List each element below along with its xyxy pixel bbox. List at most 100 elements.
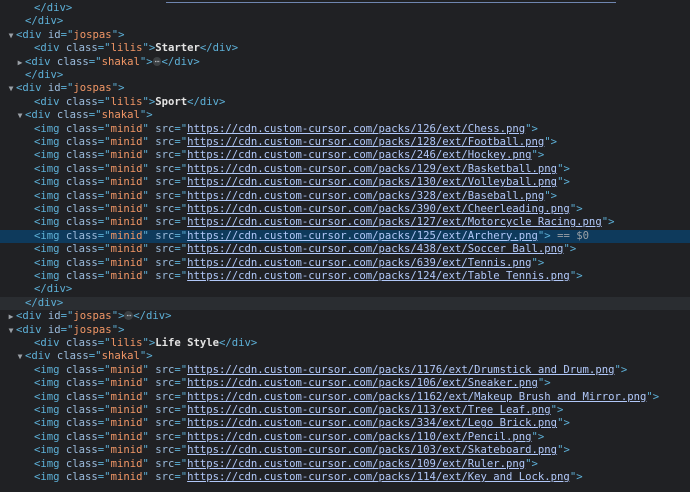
attr-value: lilis bbox=[110, 337, 143, 349]
attr-name: src bbox=[148, 162, 175, 175]
dom-node-row[interactable]: <img class="minid" src="https://cdn.cust… bbox=[0, 404, 690, 417]
dom-node-row[interactable]: <img class="minid" src="https://cdn.cust… bbox=[0, 270, 690, 283]
dom-node-row[interactable]: <img class="minid" src="https://cdn.cust… bbox=[0, 136, 690, 149]
tag-name: <img bbox=[34, 189, 60, 202]
triangle-down-icon[interactable]: ▼ bbox=[6, 324, 16, 337]
src-link[interactable]: https://cdn.custom-cursor.com/packs/438/… bbox=[187, 243, 563, 255]
dom-node-row[interactable]: ▼ <div class="shakal"> bbox=[0, 109, 690, 122]
src-link[interactable]: https://cdn.custom-cursor.com/packs/126/… bbox=[187, 123, 525, 135]
src-link[interactable]: https://cdn.custom-cursor.com/packs/1162… bbox=[187, 391, 646, 403]
ellipsis-icon[interactable]: ⋯ bbox=[124, 311, 134, 321]
dom-node-row[interactable]: <img class="minid" src="https://cdn.cust… bbox=[0, 190, 690, 203]
attr-name: src bbox=[148, 390, 175, 403]
tag-name: <img bbox=[34, 417, 60, 430]
triangle-down-icon[interactable]: ▼ bbox=[6, 82, 16, 95]
dom-node-row[interactable]: <img class="minid" src="https://cdn.cust… bbox=[0, 417, 690, 430]
dom-node-row[interactable]: <div class="lilis">Life Style</div> bbox=[0, 337, 690, 350]
attr-name: class bbox=[59, 243, 98, 256]
dom-node-row[interactable]: </div> bbox=[0, 2, 690, 15]
triangle-right-icon[interactable]: ▶ bbox=[6, 310, 16, 323]
dom-node-row[interactable]: <img class="minid" src="https://cdn.cust… bbox=[0, 149, 690, 162]
attr-name: class bbox=[59, 122, 98, 135]
dom-node-row[interactable]: <img class="minid" src="https://cdn.cust… bbox=[0, 257, 690, 270]
tag-name: <img bbox=[34, 444, 60, 457]
dom-node-row[interactable]: <img class="minid" src="https://cdn.cust… bbox=[0, 123, 690, 136]
attr-name: src bbox=[148, 430, 175, 443]
dom-node-row[interactable]: <img class="minid" src="https://cdn.cust… bbox=[0, 243, 690, 256]
node-text: Life Style bbox=[155, 337, 219, 349]
dom-node-row[interactable]: <img class="minid" src="https://cdn.cust… bbox=[0, 444, 690, 457]
dom-node-row[interactable]: </div> bbox=[0, 15, 690, 28]
src-link[interactable]: https://cdn.custom-cursor.com/packs/129/… bbox=[187, 163, 557, 175]
src-link[interactable]: https://cdn.custom-cursor.com/packs/246/… bbox=[187, 149, 531, 161]
attr-value: lilis bbox=[110, 42, 143, 55]
dom-node-row[interactable]: <img class="minid" src="https://cdn.cust… bbox=[0, 203, 690, 216]
src-link[interactable]: https://cdn.custom-cursor.com/packs/328/… bbox=[187, 190, 544, 202]
dom-node-row[interactable]: ▼ <div class="shakal"> bbox=[0, 350, 690, 363]
tag-name: <img bbox=[34, 270, 60, 282]
dom-node-row[interactable]: <img class="minid" src="https://cdn.cust… bbox=[0, 216, 690, 229]
src-link[interactable]: https://cdn.custom-cursor.com/packs/106/… bbox=[187, 377, 538, 389]
tag-name: <div bbox=[25, 55, 51, 68]
src-link[interactable]: https://cdn.custom-cursor.com/packs/390/… bbox=[187, 203, 570, 215]
dom-node-row[interactable]: <div class="lilis">Sport</div> bbox=[0, 96, 690, 109]
tag-name: <div bbox=[34, 42, 60, 55]
dom-node-row[interactable]: ▶ <div id="jospas"> ⋯ </div> bbox=[0, 310, 690, 323]
attr-name: class bbox=[59, 149, 98, 162]
tag-name: <img bbox=[34, 457, 60, 470]
dom-node-row[interactable]: <img class="minid" src="https://cdn.cust… bbox=[0, 163, 690, 176]
attr-value: minid bbox=[110, 444, 143, 457]
dom-node-row[interactable]: </div> bbox=[0, 283, 690, 296]
src-link[interactable]: https://cdn.custom-cursor.com/packs/124/… bbox=[187, 270, 570, 282]
src-link[interactable]: https://cdn.custom-cursor.com/packs/334/… bbox=[187, 417, 557, 429]
tag-name: <img bbox=[34, 430, 60, 443]
attr-value: minid bbox=[110, 270, 143, 282]
attr-value: minid bbox=[110, 457, 143, 470]
src-link[interactable]: https://cdn.custom-cursor.com/packs/127/… bbox=[187, 216, 602, 228]
attr-value: lilis bbox=[110, 95, 143, 108]
src-link[interactable]: https://cdn.custom-cursor.com/packs/1176… bbox=[187, 364, 614, 376]
src-link[interactable]: https://cdn.custom-cursor.com/packs/639/… bbox=[187, 257, 531, 269]
node-text: Sport bbox=[155, 95, 188, 108]
dom-node-row[interactable]: <img class="minid" src="https://cdn.cust… bbox=[0, 229, 690, 244]
dom-node-row[interactable]: <img class="minid" src="https://cdn.cust… bbox=[0, 458, 690, 471]
dom-node-row[interactable]: <div class="lilis">Starter</div> bbox=[0, 42, 690, 55]
triangle-down-icon[interactable]: ▼ bbox=[15, 109, 25, 122]
triangle-right-icon[interactable]: ▶ bbox=[15, 56, 25, 69]
dom-node-row[interactable]: <img class="minid" src="https://cdn.cust… bbox=[0, 431, 690, 444]
dom-node-row[interactable]: ▼ <div id="jospas"> bbox=[0, 82, 690, 95]
src-link[interactable]: https://cdn.custom-cursor.com/packs/128/… bbox=[187, 136, 544, 148]
closing-tag: </div> bbox=[34, 2, 73, 14]
src-link[interactable]: https://cdn.custom-cursor.com/packs/125/… bbox=[187, 230, 538, 242]
src-link[interactable]: https://cdn.custom-cursor.com/packs/130/… bbox=[187, 176, 557, 188]
dom-node-row[interactable]: ▼ <div id="jospas"> bbox=[0, 324, 690, 337]
dom-node-row[interactable]: ▶ <div class="shakal"> ⋯ </div> bbox=[0, 56, 690, 69]
src-link[interactable]: https://cdn.custom-cursor.com/packs/114/… bbox=[187, 471, 570, 483]
attr-value: minid bbox=[110, 136, 143, 148]
attr-name: src bbox=[148, 457, 175, 470]
closing-tag: </div> bbox=[187, 95, 226, 108]
dom-node-row[interactable]: <img class="minid" src="https://cdn.cust… bbox=[0, 176, 690, 189]
dom-node-row[interactable]: </div> bbox=[0, 296, 690, 311]
dom-node-row[interactable]: </div> bbox=[0, 69, 690, 82]
attr-name: src bbox=[148, 149, 175, 162]
triangle-down-icon[interactable]: ▼ bbox=[15, 350, 25, 363]
src-link[interactable]: https://cdn.custom-cursor.com/packs/109/… bbox=[187, 458, 525, 470]
attr-value: minid bbox=[110, 122, 143, 135]
dom-node-row[interactable]: <img class="minid" src="https://cdn.cust… bbox=[0, 471, 690, 484]
dom-node-row[interactable]: ▼ <div id="jospas"> bbox=[0, 29, 690, 42]
dom-node-row[interactable]: <img class="minid" src="https://cdn.cust… bbox=[0, 377, 690, 390]
attr-name: class bbox=[59, 136, 98, 148]
dom-node-row[interactable]: <img class="minid" src="https://cdn.cust… bbox=[0, 391, 690, 404]
attr-name: src bbox=[148, 363, 175, 376]
attr-name: class bbox=[59, 390, 98, 403]
src-link[interactable]: https://cdn.custom-cursor.com/packs/103/… bbox=[187, 444, 557, 456]
triangle-down-icon[interactable]: ▼ bbox=[6, 29, 16, 42]
src-link[interactable]: https://cdn.custom-cursor.com/packs/110/… bbox=[187, 431, 531, 443]
dom-node-row[interactable]: <img class="minid" src="https://cdn.cust… bbox=[0, 364, 690, 377]
src-link[interactable]: https://cdn.custom-cursor.com/packs/113/… bbox=[187, 404, 551, 416]
attr-name: class bbox=[59, 363, 98, 376]
attr-value: minid bbox=[110, 256, 143, 269]
attr-name: class bbox=[59, 162, 98, 175]
closing-tag: </div> bbox=[34, 283, 73, 296]
